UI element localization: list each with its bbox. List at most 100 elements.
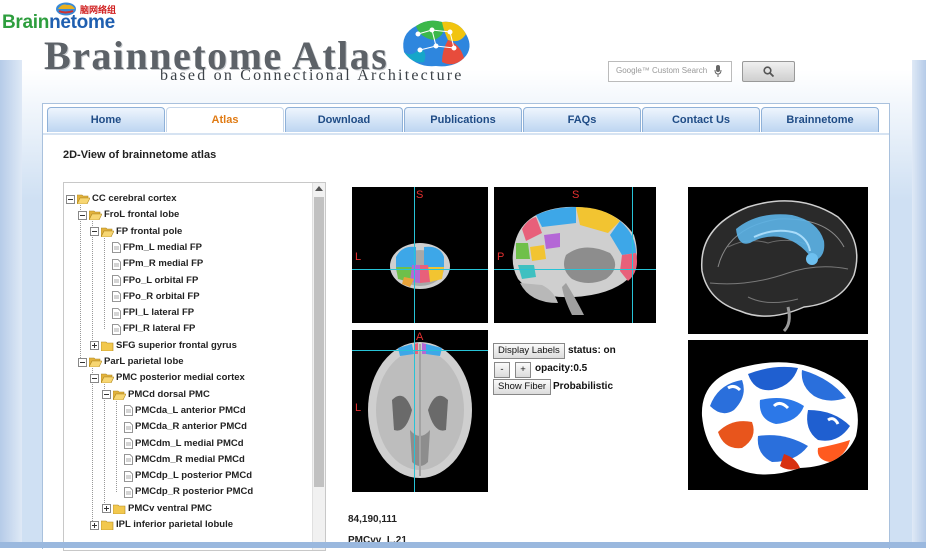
fiber-3d-image (700, 200, 858, 333)
tree-item[interactable]: PMCdm_R medial PMCd (114, 452, 245, 468)
collapse-toggle-icon[interactable] (78, 210, 87, 220)
coronal-crosshair-vertical (414, 187, 415, 323)
document-icon (124, 470, 133, 482)
surface-3d-view[interactable] (688, 340, 868, 490)
tree-item[interactable]: FPl_R lateral FP (102, 321, 195, 337)
axial-crosshair-vertical (414, 330, 415, 492)
tree-item[interactable]: PMCdm_L medial PMCd (114, 436, 244, 452)
microphone-icon[interactable] (714, 65, 722, 77)
axial-slice-image (368, 342, 472, 478)
tree-item[interactable]: FroL frontal lobe (78, 207, 179, 223)
document-icon (112, 307, 121, 319)
surface-3d-image (701, 362, 858, 475)
tree-scroll-thumb[interactable] (314, 197, 324, 487)
tree-item[interactable]: FPm_R medial FP (102, 256, 203, 272)
corner-logo-brain: Brain (2, 12, 50, 33)
fiber-3d-view[interactable] (688, 187, 868, 334)
tree-item-label: PMCdp_L posterior PMCd (135, 470, 252, 482)
tree-guide-line (92, 368, 93, 525)
tab-download[interactable]: Download (285, 107, 403, 132)
fiber-mode-text: Probabilistic (553, 381, 614, 392)
tree-item[interactable]: FPo_L orbital FP (102, 273, 198, 289)
coronal-view[interactable]: S L (352, 187, 488, 323)
tree-item[interactable]: PMCdp_L posterior PMCd (114, 468, 252, 484)
tab-publications[interactable]: Publications (404, 107, 522, 132)
sagittal-crosshair-vertical (632, 187, 633, 323)
tree-item[interactable]: IPL inferior parietal lobule (90, 517, 233, 533)
display-labels-button[interactable]: Display Labels (493, 343, 565, 359)
sagittal-view[interactable]: S P (494, 187, 656, 323)
coordinates-readout: 84,190,111 (348, 514, 397, 525)
right-background-band (912, 60, 926, 548)
tree-item[interactable]: ParL parietal lobe (78, 354, 184, 370)
tree-item[interactable]: FPo_R orbital FP (102, 289, 200, 305)
opacity-increase-button[interactable]: + (515, 362, 531, 378)
folder-icon (101, 341, 114, 351)
tree-item[interactable]: PMCd dorsal PMC (102, 387, 210, 403)
tree-item-label: ParL parietal lobe (104, 356, 184, 367)
collapse-toggle-icon[interactable] (90, 373, 99, 383)
search-icon (763, 66, 774, 77)
tree-item[interactable]: CC cerebral cortex (66, 191, 176, 207)
show-fiber-button[interactable]: Show Fiber (493, 379, 552, 395)
tab-contact-us[interactable]: Contact Us (642, 107, 760, 132)
tree-item-label: PMC posterior medial cortex (116, 372, 245, 384)
label-status-text: status: on (568, 345, 616, 356)
expand-toggle-icon[interactable] (90, 341, 99, 351)
tree-item[interactable]: PMCdp_R posterior PMCd (114, 484, 253, 500)
sagittal-left-label: P (497, 251, 505, 263)
tree-item-label: FPl_L lateral FP (123, 307, 195, 319)
tree-item-label: PMCda_L anterior PMCd (135, 404, 246, 416)
tree-item[interactable]: PMCda_R anterior PMCd (114, 419, 247, 435)
tree-item-label: PMCda_R anterior PMCd (135, 421, 247, 433)
document-icon (124, 486, 133, 498)
brain-network-logo-icon (403, 20, 470, 67)
tree-item[interactable]: PMCv ventral PMC (102, 501, 212, 517)
opacity-value: opacity:0.5 (535, 363, 588, 374)
tab-brainnetome[interactable]: Brainnetome (761, 107, 879, 132)
tab-atlas[interactable]: Atlas (166, 107, 284, 132)
folder-open-icon (89, 210, 102, 221)
document-icon (124, 454, 133, 466)
tree-item-label: CC cerebral cortex (92, 193, 177, 204)
collapse-toggle-icon[interactable] (78, 357, 87, 367)
scroll-up-arrow-icon[interactable] (315, 186, 323, 191)
coronal-top-label: S (416, 189, 424, 201)
tab-faqs[interactable]: FAQs (523, 107, 641, 132)
tree-item[interactable]: PMCda_L anterior PMCd (114, 403, 246, 419)
collapse-toggle-icon[interactable] (66, 194, 75, 204)
tree-item[interactable]: FPl_L lateral FP (102, 305, 194, 321)
search-input[interactable]: Google™ Custom Search (608, 61, 732, 82)
collapse-toggle-icon[interactable] (102, 390, 111, 400)
tree-item-label: PMCdp_R posterior PMCd (135, 486, 254, 498)
axial-view[interactable]: A L (352, 330, 488, 492)
tree-item[interactable]: FPm_L medial FP (102, 240, 202, 256)
corner-logo-netome: netome (49, 12, 115, 33)
bottom-band (0, 542, 926, 548)
tree-item-label: FPm_L medial FP (123, 241, 203, 253)
axial-crosshair-horizontal (352, 350, 488, 351)
tree-item[interactable]: FP frontal pole (90, 224, 182, 240)
document-icon (124, 405, 133, 417)
tree-item-label: PMCdm_L medial PMCd (135, 437, 244, 449)
opacity-decrease-button[interactable]: - (494, 362, 510, 378)
left-background-band (0, 60, 22, 548)
tree-item[interactable]: PMC posterior medial cortex (90, 370, 245, 386)
search-button[interactable] (742, 61, 795, 82)
sagittal-top-label: S (572, 189, 580, 201)
tree-scrollbar[interactable] (312, 183, 325, 550)
document-icon (124, 438, 133, 449)
expand-toggle-icon[interactable] (90, 520, 99, 530)
tab-home[interactable]: Home (47, 107, 165, 132)
collapse-toggle-icon[interactable] (90, 227, 99, 237)
folder-icon (113, 504, 126, 514)
tree-item-label: PMCdm_R medial PMCd (135, 453, 245, 465)
tree-item-label: FPo_R orbital FP (123, 290, 200, 302)
tree-item-label: FPo_L orbital FP (123, 274, 199, 286)
folder-open-icon (101, 373, 114, 384)
folder-open-icon (89, 357, 102, 367)
folder-open-icon (101, 227, 114, 237)
expand-toggle-icon[interactable] (102, 504, 111, 514)
tree-item[interactable]: SFG superior frontal gyrus (90, 338, 237, 354)
tree-item-label: PMCv ventral PMC (128, 502, 212, 514)
